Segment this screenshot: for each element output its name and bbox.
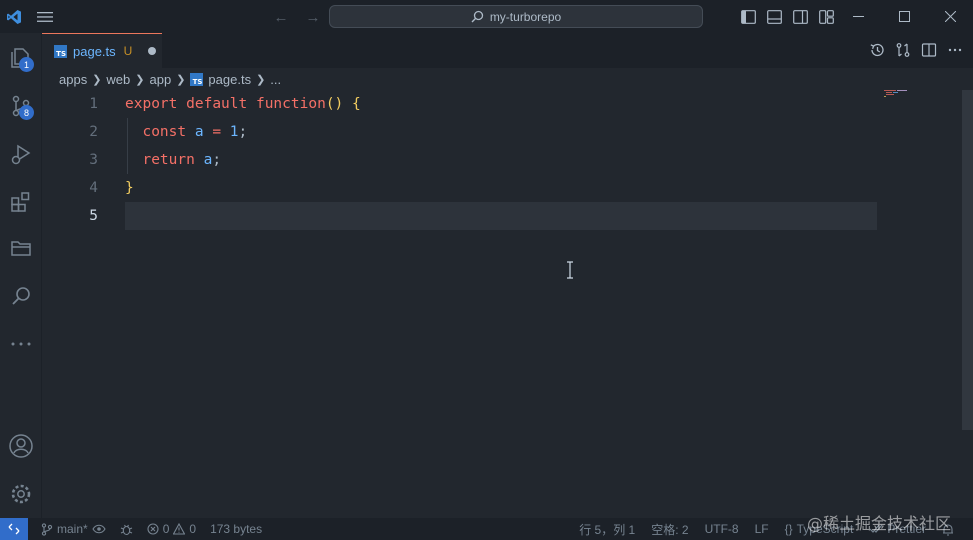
minimize-icon[interactable] bbox=[835, 0, 881, 33]
timeline-history-icon[interactable] bbox=[867, 40, 887, 60]
variable-name: a bbox=[194, 124, 204, 140]
end-of-line[interactable]: LF bbox=[750, 522, 774, 536]
semicolon: ; bbox=[212, 152, 222, 168]
text-cursor-icon bbox=[567, 261, 573, 279]
chevron-right-icon: ❯ bbox=[176, 73, 186, 86]
folder-icon[interactable] bbox=[0, 226, 42, 270]
command-center-search[interactable]: my-turborepo bbox=[329, 5, 703, 28]
breadcrumb-file[interactable]: page.ts bbox=[208, 72, 251, 87]
keyword-function: function bbox=[255, 96, 326, 112]
source-control-badge: 8 bbox=[19, 105, 34, 120]
warning-count: 0 bbox=[189, 522, 197, 536]
line-number: 3 bbox=[89, 152, 98, 168]
more-actions-icon[interactable] bbox=[945, 40, 965, 60]
minimap[interactable] bbox=[882, 90, 962, 100]
search-text: my-turborepo bbox=[489, 9, 562, 24]
line-number: 4 bbox=[89, 180, 98, 196]
search-icon bbox=[471, 10, 483, 23]
warning-icon bbox=[173, 523, 186, 535]
code-line: 3 return a; bbox=[42, 146, 877, 174]
line-number: 2 bbox=[89, 124, 98, 140]
error-icon bbox=[147, 523, 159, 535]
search-icon[interactable] bbox=[0, 274, 42, 318]
explorer-badge: 1 bbox=[19, 57, 34, 72]
number-literal: 1 bbox=[229, 124, 239, 140]
keyword-export: export bbox=[125, 96, 178, 112]
eye-icon bbox=[92, 524, 106, 534]
line-number: 5 bbox=[89, 208, 98, 224]
typescript-file-icon: TS bbox=[190, 72, 204, 86]
remote-indicator-icon[interactable] bbox=[0, 518, 28, 540]
debug-status[interactable] bbox=[115, 523, 138, 536]
cursor-position[interactable]: 行 5，列 1 bbox=[574, 521, 640, 538]
file-size-text: 173 bytes bbox=[210, 522, 263, 536]
git-branch[interactable]: main* bbox=[36, 522, 111, 536]
problems-indicator[interactable]: 0 0 bbox=[142, 522, 201, 536]
semicolon: ; bbox=[238, 124, 248, 140]
breadcrumb: apps ❯ web ❯ app ❯ TS page.ts ❯ ... bbox=[42, 68, 973, 90]
extensions-icon[interactable] bbox=[0, 180, 42, 224]
forward-arrow-icon[interactable]: → bbox=[302, 6, 324, 28]
operator-equals: = bbox=[212, 124, 222, 140]
current-line-highlight bbox=[125, 202, 877, 230]
vertical-scrollbar[interactable] bbox=[962, 90, 973, 430]
keyword-return: return bbox=[142, 152, 195, 168]
code-line: 4 } bbox=[42, 174, 877, 202]
customize-layout-icon[interactable] bbox=[815, 6, 837, 28]
indentation[interactable]: 空格: 2 bbox=[646, 521, 693, 538]
title-bar: ← → my-turborepo bbox=[0, 0, 973, 33]
parens: () bbox=[325, 96, 344, 112]
chevron-right-icon: ❯ bbox=[256, 73, 266, 86]
file-size: 173 bytes bbox=[205, 522, 267, 536]
toggle-panel-icon[interactable] bbox=[763, 6, 785, 28]
breadcrumb-app[interactable]: app bbox=[150, 72, 172, 87]
chevron-right-icon: ❯ bbox=[135, 73, 145, 86]
error-count: 0 bbox=[162, 522, 170, 536]
code-line: 2 const a = 1; bbox=[42, 118, 877, 146]
settings-gear-icon[interactable] bbox=[0, 472, 42, 516]
menu-icon[interactable] bbox=[28, 0, 62, 33]
close-brace: } bbox=[125, 180, 134, 196]
vscode-logo-icon bbox=[0, 0, 28, 33]
code-editor[interactable]: 1 export default function() { 2 const a … bbox=[42, 90, 973, 518]
keyword-const: const bbox=[142, 124, 187, 140]
open-brace: { bbox=[352, 96, 361, 112]
tab-untracked-status: U bbox=[123, 44, 133, 58]
tab-bar: TS page.ts U bbox=[42, 33, 973, 68]
git-branch-icon bbox=[41, 522, 53, 536]
breadcrumb-apps[interactable]: apps bbox=[59, 72, 87, 87]
account-icon[interactable] bbox=[0, 424, 42, 468]
bug-icon bbox=[120, 524, 132, 535]
toggle-secondary-sidebar-icon[interactable] bbox=[789, 6, 811, 28]
code-line: 5 bbox=[42, 202, 102, 230]
close-icon[interactable] bbox=[927, 0, 973, 33]
explorer-icon[interactable]: 1 bbox=[0, 36, 42, 80]
back-arrow-icon[interactable]: ← bbox=[270, 6, 292, 28]
open-changes-icon[interactable] bbox=[893, 40, 913, 60]
line-number: 1 bbox=[89, 96, 98, 112]
indent-guide bbox=[127, 118, 128, 174]
breadcrumb-symbols[interactable]: ... bbox=[270, 72, 281, 87]
more-icon[interactable] bbox=[0, 322, 42, 366]
source-control-icon[interactable]: 8 bbox=[0, 84, 42, 128]
watermark: @稀土掘金技术社区 bbox=[807, 514, 952, 533]
maximize-icon[interactable] bbox=[881, 0, 927, 33]
branch-name: main* bbox=[57, 522, 88, 536]
braces-icon: {} bbox=[784, 522, 793, 536]
keyword-default: default bbox=[186, 96, 248, 112]
unsaved-dot-icon[interactable] bbox=[148, 47, 157, 55]
run-debug-icon[interactable] bbox=[0, 132, 42, 176]
toggle-primary-sidebar-icon[interactable] bbox=[737, 6, 759, 28]
split-editor-icon[interactable] bbox=[919, 40, 939, 60]
tab-page-ts[interactable]: TS page.ts U bbox=[42, 33, 162, 68]
typescript-file-icon: TS bbox=[54, 44, 67, 58]
tab-label: page.ts bbox=[73, 43, 116, 59]
activity-bar: 1 8 bbox=[0, 33, 42, 518]
encoding[interactable]: UTF-8 bbox=[700, 522, 744, 536]
code-line: 1 export default function() { bbox=[42, 90, 877, 118]
breadcrumb-web[interactable]: web bbox=[106, 72, 130, 87]
chevron-right-icon: ❯ bbox=[92, 73, 102, 86]
